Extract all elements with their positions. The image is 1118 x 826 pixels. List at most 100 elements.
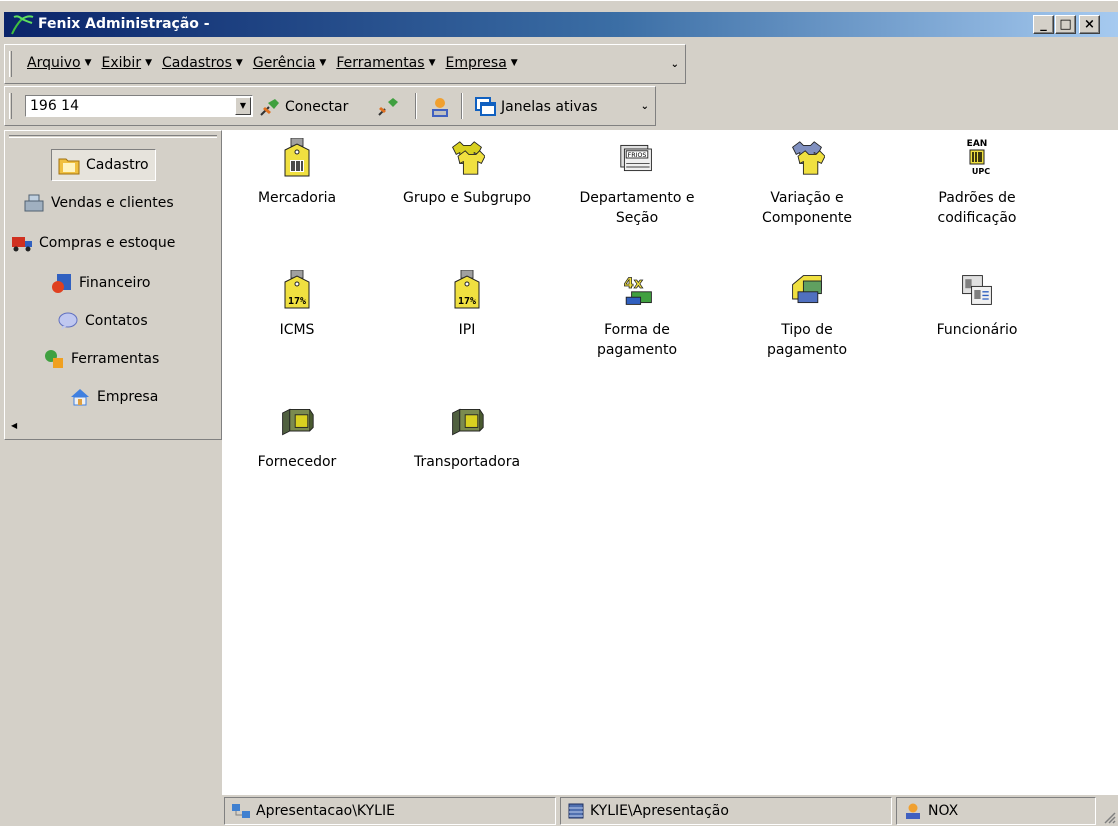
carrier-truck-icon <box>452 408 484 436</box>
menu-label: Arquivo <box>27 55 81 71</box>
menu-empresa[interactable]: Empresa ▼ <box>445 55 517 71</box>
caret-down-icon: ▼ <box>145 58 152 68</box>
status-bar: Apresentacao\KYLIE KYLIE\Apresentação NO… <box>222 794 1118 826</box>
tax-tag-icon: 17% <box>454 270 480 309</box>
toolbar-overflow-chevron-icon[interactable]: ⌄ <box>641 101 649 112</box>
connection-combo[interactable]: 196 14 ▼ <box>25 95 253 117</box>
disconnect-button[interactable] <box>377 95 399 119</box>
sidebar: Cadastro Vendas e clientes Compras e est… <box>4 130 222 440</box>
toolbar-separator <box>415 93 417 119</box>
tile-variacao[interactable]: Variação e Componente <box>732 138 882 228</box>
sidebar-item-label: Financeiro <box>79 275 151 291</box>
active-windows-button[interactable]: Janelas ativas <box>475 95 598 119</box>
sidebar-item-empresa[interactable]: Empresa <box>69 381 158 413</box>
network-icon <box>232 804 250 818</box>
menubar-grip[interactable] <box>9 51 12 77</box>
menu-label: Empresa <box>445 55 507 71</box>
tile-grupo-subgrupo[interactable]: Grupo e Subgrupo <box>392 138 542 208</box>
tile-padroes[interactable]: EAN UPC Padrões de codificação <box>902 138 1052 228</box>
sidebar-item-vendas[interactable]: Vendas e clientes <box>23 187 174 219</box>
tile-label: Mercadoria <box>257 190 337 206</box>
menu-bar: Arquivo ▼ Exibir ▼ Cadastros ▼ Gerência ▼ Fe… <box>4 44 686 84</box>
close-button[interactable]: × <box>1079 15 1100 34</box>
frios-sign-icon: FRIOS <box>620 144 652 172</box>
tile-funcionario[interactable]: Funcionário <box>902 270 1052 340</box>
sidebar-item-ferramentas[interactable]: Ferramentas <box>43 343 159 375</box>
sidebar-divider <box>9 135 217 138</box>
caret-down-icon: ▼ <box>510 58 518 68</box>
tile-label: Grupo e Subgrupo <box>402 190 532 206</box>
connection-combo-value: 196 14 <box>30 98 79 114</box>
status-connection-text: Apresentacao\KYLIE <box>256 803 395 819</box>
resize-grip-icon[interactable] <box>1102 810 1116 824</box>
sidebar-item-financeiro[interactable]: Financeiro <box>51 267 150 299</box>
window-title: Fenix Administração - <box>38 16 210 32</box>
svg-text:4x: 4x <box>624 276 644 292</box>
tile-label: IPI <box>458 322 476 338</box>
sidebar-item-cadastro[interactable]: Cadastro <box>51 149 156 181</box>
tile-mercadoria[interactable]: Mercadoria <box>222 138 372 208</box>
tile-forma-pagamento[interactable]: 4x Forma de pagamento <box>562 270 712 360</box>
tile-transportadora[interactable]: Transportadora <box>392 402 542 472</box>
tile-label: Variação e Componente <box>762 190 852 226</box>
user-icon <box>906 803 920 819</box>
content-panel: Mercadoria Grupo e Subgrupo FRIOS Depart… <box>222 130 1118 794</box>
windows-cascade-icon <box>475 97 496 116</box>
connect-label: Conectar <box>285 99 349 115</box>
menu-gerencia[interactable]: Gerência ▼ <box>253 55 326 71</box>
caret-down-icon: ▼ <box>235 58 243 68</box>
menu-label: Gerência <box>252 55 316 71</box>
close-icon: × <box>1084 17 1095 32</box>
tile-label: Fornecedor <box>257 454 337 470</box>
menu-exibir[interactable]: Exibir ▼ <box>102 55 152 71</box>
svg-text:17%: 17% <box>458 296 476 307</box>
tile-label: Padrões de codificação <box>937 190 1017 226</box>
tile-label: ICMS <box>279 322 315 338</box>
tile-icms[interactable]: 17% ICMS <box>222 270 372 340</box>
caret-down-icon: ▼ <box>84 58 92 68</box>
tile-departamento[interactable]: FRIOS Departamento e Seção <box>562 138 712 228</box>
toolbar-grip[interactable] <box>9 93 12 119</box>
status-pane-database: KYLIE\Apresentação <box>560 797 892 825</box>
truck-icon <box>12 237 32 252</box>
payment-type-icon <box>792 275 822 304</box>
tile-fornecedor[interactable]: Fornecedor <box>222 402 372 472</box>
menu-cadastros[interactable]: Cadastros ▼ <box>162 55 243 71</box>
svg-text:EAN: EAN <box>967 139 988 149</box>
combo-dropdown-arrow-icon[interactable]: ▼ <box>235 97 251 115</box>
ean-upc-icon: EAN UPC <box>967 139 991 176</box>
minimize-icon: _ <box>1040 17 1047 32</box>
database-icon <box>568 803 584 819</box>
status-user-text: NOX <box>928 803 959 819</box>
sidebar-item-label: Cadastro <box>86 157 149 173</box>
tile-tipo-pagamento[interactable]: Tipo de pagamento <box>732 270 882 360</box>
menubar-overflow-chevron-icon[interactable]: ⌄ <box>671 59 679 70</box>
cash-register-icon <box>24 194 44 212</box>
sidebar-item-label: Vendas e clientes <box>51 195 174 211</box>
tax-tag-icon: 17% <box>284 270 310 309</box>
user-button[interactable] <box>429 95 451 119</box>
minimize-button[interactable]: _ <box>1033 15 1054 34</box>
sidebar-item-compras[interactable]: Compras e estoque <box>11 227 175 259</box>
maximize-button[interactable]: □ <box>1055 15 1076 34</box>
menu-arquivo[interactable]: Arquivo ▼ <box>27 55 92 71</box>
tile-label: Funcionário <box>936 322 1018 338</box>
tile-ipi[interactable]: 17% IPI <box>392 270 542 340</box>
folder-icon <box>58 158 80 175</box>
menu-ferramentas[interactable]: Ferramentas ▼ <box>336 55 435 71</box>
active-windows-label: Janelas ativas <box>501 99 598 115</box>
svg-text:17%: 17% <box>288 296 306 307</box>
status-pane-user: NOX <box>896 797 1096 825</box>
sidebar-item-label: Empresa <box>97 389 159 405</box>
shirts-icon <box>452 141 485 175</box>
sidebar-scroll-left-icon[interactable]: ◀ <box>11 421 17 430</box>
palm-tree-icon <box>11 15 34 35</box>
user-card-icon <box>432 98 448 117</box>
title-bar[interactable]: Fenix Administração - _ □ × <box>0 0 1118 38</box>
connect-button[interactable]: Conectar <box>259 95 348 119</box>
sidebar-item-contatos[interactable]: Contatos <box>57 305 148 337</box>
svg-text:FRIOS: FRIOS <box>628 152 647 159</box>
title-bar-gradient[interactable]: Fenix Administração - _ □ × <box>4 12 1118 37</box>
tile-label: Departamento e Seção <box>579 190 695 226</box>
menu-label: Exibir <box>101 55 142 71</box>
